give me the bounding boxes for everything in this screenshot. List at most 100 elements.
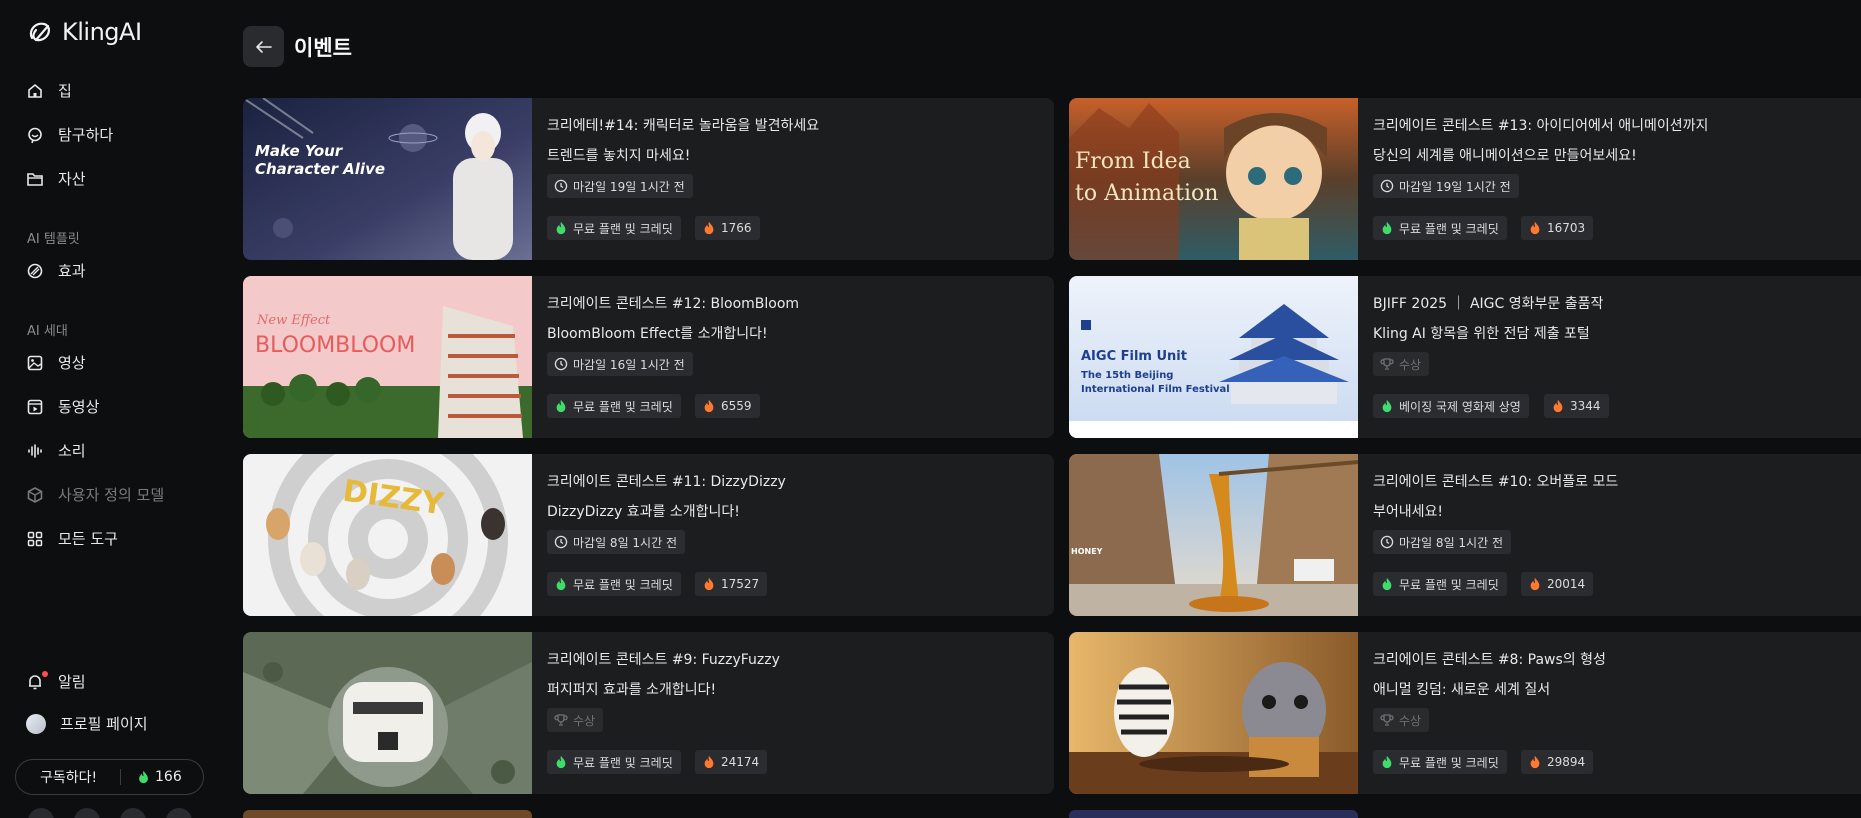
award-text: 수상: [1399, 713, 1422, 728]
event-title: 크리에이트 콘테스트 #12: BloomBloom: [547, 296, 800, 312]
participant-count: 6559: [695, 394, 760, 418]
trophy-icon: [1380, 357, 1394, 371]
thumb-text-line-2: to Animation: [1075, 181, 1218, 206]
event-card[interactable]: New Effect BLOOMBLOOM 크리에이트 콘테스트 #12: Bl…: [243, 276, 1054, 438]
event-card[interactable]: AIGC Film Unit The 15th Beijing Internat…: [1069, 276, 1861, 438]
folder-icon: [27, 172, 43, 186]
event-title: 크리에이트 콘테스트 #10: 오버플로 모드: [1373, 474, 1619, 490]
bell-icon-wrap: [26, 670, 48, 691]
thumb-text-line-2: Character Alive: [255, 160, 385, 178]
nav-all-tools[interactable]: 모든 도구: [26, 528, 118, 549]
footer-icon-4[interactable]: [166, 808, 192, 818]
deadline-badge: 마감일 19일 1시간 전: [547, 174, 693, 198]
event-card[interactable]: HONEY 크리에이트 콘테스트 #10: 오버플로 모드 부어내세요! 마감일…: [1069, 454, 1861, 616]
event-subtitle: 트렌드를 놓치지 마세요!: [547, 148, 691, 164]
clock-icon: [554, 535, 568, 549]
reward-tag: 무료 플랜 및 크레딧: [547, 394, 681, 418]
event-card[interactable]: 크리에이트 콘테스트 #8: Paws의 형성 애니멀 킹덤: 새로운 세계 질…: [1069, 632, 1861, 794]
event-title: 크리에이트 콘테스트 #11: DizzyDizzy: [547, 474, 786, 490]
nav-video[interactable]: 동영상: [26, 396, 99, 417]
nav-explore-label: 탐구하다: [58, 126, 114, 144]
credit-flame-icon: [1380, 221, 1394, 235]
thumb-text-line-2: The 15th Beijing: [1081, 370, 1173, 381]
participant-count: 17527: [695, 572, 768, 596]
thumb-text-line-2: BLOOMBLOOM: [255, 333, 415, 358]
clock-icon: [1380, 535, 1394, 549]
notification-dot: [42, 670, 48, 677]
fire-icon: [702, 755, 716, 769]
nav-sound[interactable]: 소리: [26, 440, 86, 461]
deadline-text: 마감일 8일 1시간 전: [1399, 535, 1503, 550]
award-badge: 수상: [547, 708, 604, 732]
event-card[interactable]: 크리에이트 콘테스트 #9: FuzzyFuzzy 퍼지퍼지 효과를 소개합니다…: [243, 632, 1054, 794]
credit-flame-icon: [1380, 399, 1394, 413]
nav-profile[interactable]: 프로필 페이지: [26, 713, 148, 734]
reward-tag: 무료 플랜 및 크레딧: [1373, 572, 1507, 596]
fire-icon: [702, 577, 716, 591]
nav-explore[interactable]: 탐구하다: [26, 124, 113, 145]
count-text: 29894: [1547, 755, 1586, 769]
event-thumbnail: DIZZY: [243, 454, 532, 616]
trophy-icon: [554, 713, 568, 727]
back-button[interactable]: [243, 26, 284, 67]
logo[interactable]: KlingAI: [26, 18, 142, 46]
deadline-text: 마감일 19일 1시간 전: [1399, 179, 1511, 194]
section-label-templates: AI 템플릿: [27, 232, 80, 247]
award-text: 수상: [1399, 357, 1422, 372]
event-thumbnail: [243, 632, 532, 794]
nav-custom-model[interactable]: 사용자 정의 모델: [26, 484, 164, 505]
nav-image[interactable]: 영상: [26, 352, 86, 373]
deadline-badge: 마감일 8일 1시간 전: [1373, 530, 1511, 554]
event-thumbnail: AIGC Film Unit The 15th Beijing Internat…: [1069, 276, 1358, 438]
home-icon: [28, 83, 42, 98]
event-subtitle: 당신의 세계를 애니메이션으로 만들어보세요!: [1373, 148, 1637, 164]
event-card-partial[interactable]: [1069, 810, 1358, 818]
deadline-badge: 마감일 16일 1시간 전: [547, 352, 693, 376]
thumb-text-line-1: From Idea: [1075, 149, 1191, 174]
thumb-text-line-3: International Film Festival: [1081, 384, 1230, 395]
footer-icon-1[interactable]: [28, 808, 54, 818]
event-title: BJIFF 2025 ｜ AIGC 영화부문 출품작: [1373, 296, 1604, 312]
reward-text: 무료 플랜 및 크레딧: [573, 221, 673, 236]
participant-count: 20014: [1521, 572, 1594, 596]
nav-effects[interactable]: 효과: [26, 260, 86, 281]
nav-video-label: 동영상: [58, 398, 100, 416]
reward-tag: 베이징 국제 영화제 상영: [1373, 394, 1529, 418]
event-card[interactable]: Make Your Character Alive 크리에테!#14: 캐릭터로…: [243, 98, 1054, 260]
event-title: 크리에이트 콘테스트 #8: Paws의 형성: [1373, 652, 1606, 668]
event-thumbnail: New Effect BLOOMBLOOM: [243, 276, 532, 438]
nav-home[interactable]: 집: [26, 80, 72, 101]
nav-assets[interactable]: 자산: [26, 168, 86, 189]
participant-count: 29894: [1521, 750, 1594, 774]
nav-profile-label: 프로필 페이지: [60, 715, 148, 733]
event-subtitle: Kling AI 항목을 위한 전담 제출 포털: [1373, 326, 1590, 342]
participant-count: 3344: [1544, 394, 1609, 418]
award-text: 수상: [573, 713, 596, 728]
deadline-text: 마감일 8일 1시간 전: [573, 535, 677, 550]
deadline-text: 마감일 16일 1시간 전: [573, 357, 685, 372]
nav-home-label: 집: [58, 82, 72, 100]
clock-icon: [554, 179, 568, 193]
participant-count: 1766: [695, 216, 760, 240]
event-subtitle: 부어내세요!: [1373, 504, 1444, 520]
reward-text: 무료 플랜 및 크레딧: [1399, 577, 1499, 592]
event-card[interactable]: From Idea to Animation 크리에이트 콘테스트 #13: 아…: [1069, 98, 1861, 260]
trophy-icon: [1380, 713, 1394, 727]
reward-text: 무료 플랜 및 크레딧: [573, 755, 673, 770]
footer-icon-2[interactable]: [74, 808, 100, 818]
event-card[interactable]: DIZZY 크리에이트 콘테스트 #11: DizzyDizzy DizzyDi…: [243, 454, 1054, 616]
event-title: 크리에테!#14: 캐릭터로 놀라움을 발견하세요: [547, 118, 820, 134]
footer-icon-3[interactable]: [120, 808, 146, 818]
event-thumbnail: HONEY: [1069, 454, 1358, 616]
event-subtitle: DizzyDizzy 효과를 소개합니다!: [547, 504, 740, 520]
subscribe-button[interactable]: 구독하다! 166: [15, 759, 204, 795]
credit-flame-icon: [554, 755, 568, 769]
event-card-partial[interactable]: [243, 810, 532, 818]
nav-notifications[interactable]: 알림: [26, 670, 86, 692]
reward-text: 무료 플랜 및 크레딧: [1399, 755, 1499, 770]
nav-assets-label: 자산: [58, 170, 86, 188]
cube-icon: [27, 486, 43, 503]
clock-icon: [554, 357, 568, 371]
subscribe-label: 구독하다!: [40, 770, 98, 786]
credit-flame-icon: [1380, 577, 1394, 591]
